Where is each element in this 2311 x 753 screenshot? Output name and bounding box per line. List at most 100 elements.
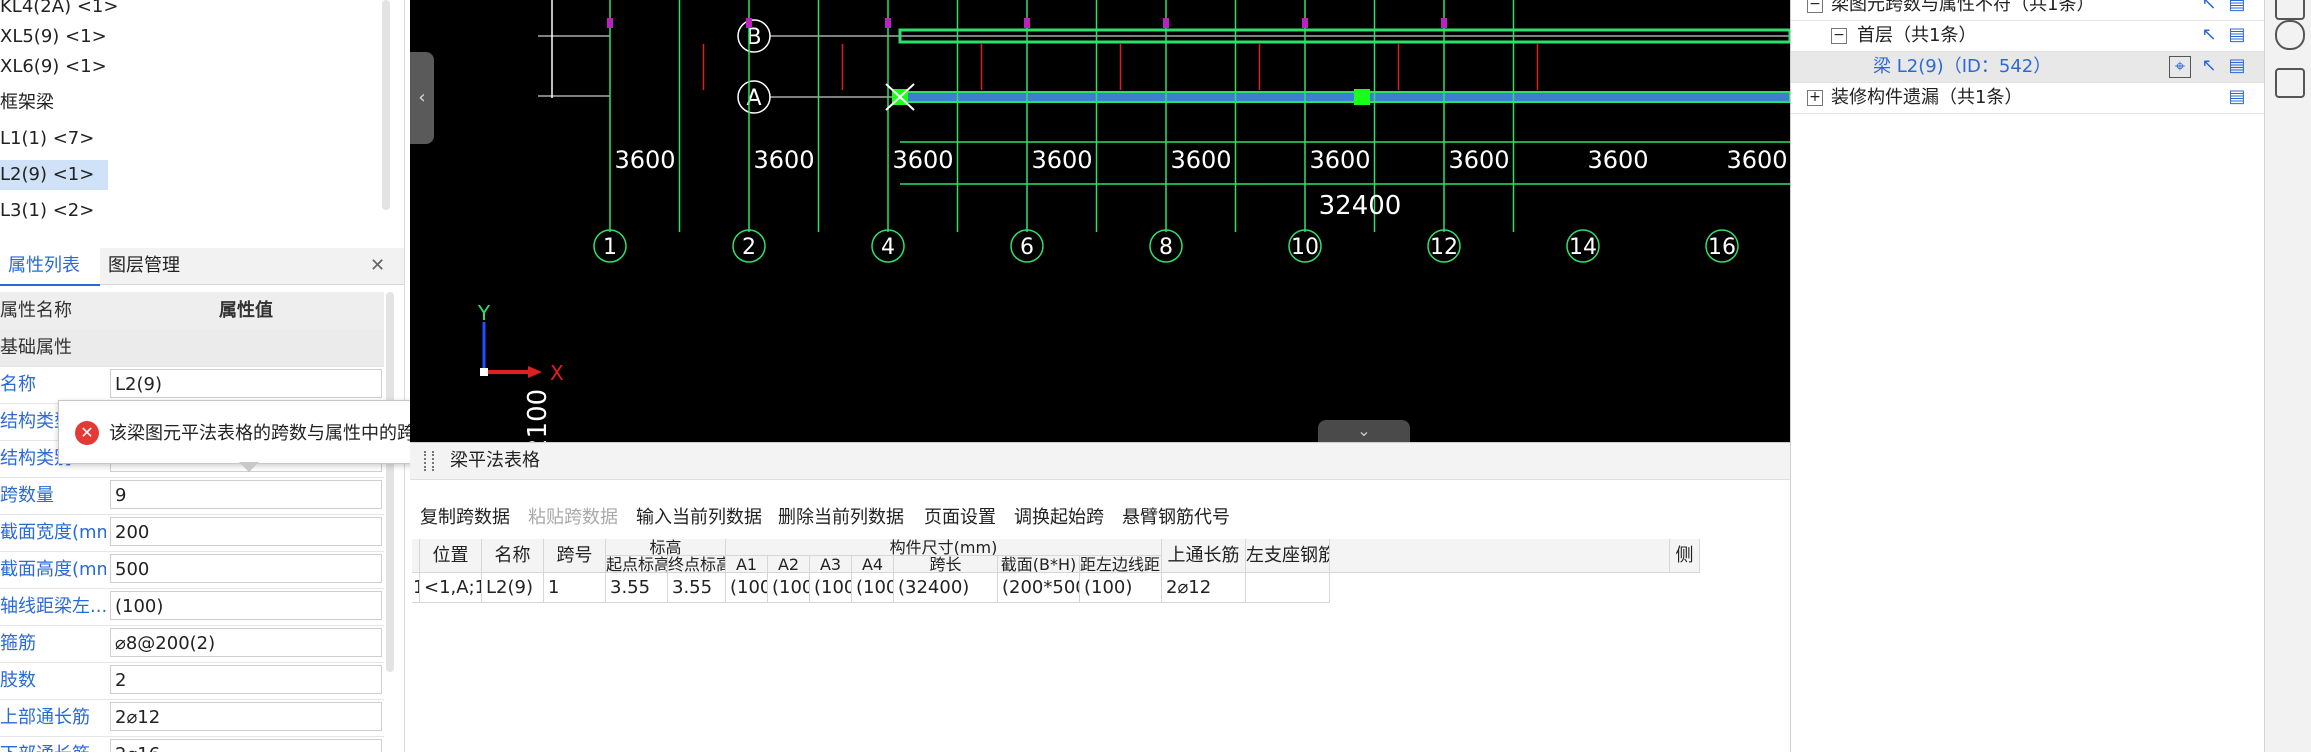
axis-bubble-col: 14 (1566, 229, 1600, 263)
export-icon[interactable]: ▤ (2227, 25, 2247, 45)
property-value-field[interactable]: (100) (110, 591, 382, 620)
input-column-data-button[interactable]: 输入当前列数据 (636, 503, 762, 533)
paste-span-data-button[interactable]: 粘贴跨数据 (528, 503, 618, 533)
column-marker (607, 18, 613, 28)
cell-start-elev[interactable]: 3.55 (606, 573, 668, 603)
check-item-row[interactable]: 梁 L2(9)（ID：542） ⌖ ↖ ▤ (1791, 52, 2265, 83)
export-icon[interactable]: ▤ (2227, 0, 2247, 14)
cell-section[interactable]: (200*500) (998, 573, 1080, 603)
col-header-distance-left[interactable]: 距左边线距离 (1080, 556, 1162, 573)
svg-text:1: 1 (603, 235, 617, 260)
page-setup-button[interactable]: 页面设置 (924, 503, 996, 533)
settings-icon[interactable] (2275, 0, 2305, 20)
collapse-icon[interactable]: − (1831, 28, 1847, 44)
axis-bubble-b: B (737, 19, 771, 53)
tree-group-label: 框架梁 (0, 92, 54, 113)
col-header-a3[interactable]: A3 (810, 556, 852, 573)
span-dimension-label: 3600 (1170, 146, 1231, 174)
check-item-label[interactable]: 梁 L2(9)（ID：542） (1873, 52, 2051, 82)
tree-item[interactable]: L3(1) <2> (0, 196, 94, 226)
row-index[interactable]: 1 (412, 573, 420, 603)
property-row: 截面高度(mm) 500 (0, 551, 384, 589)
property-value-field[interactable]: 200 (110, 517, 382, 546)
cell-top-rebar[interactable]: 2⌀12 (1162, 573, 1246, 603)
delete-column-data-button[interactable]: 删除当前列数据 (778, 503, 904, 533)
property-row: 肢数 2 (0, 662, 384, 700)
property-value-field[interactable]: 2⌀16 (110, 739, 382, 752)
collapse-icon[interactable]: − (1807, 0, 1823, 13)
property-group[interactable]: 基础属性 (0, 329, 384, 367)
col-header-position[interactable]: 位置 (420, 539, 482, 573)
col-header-section[interactable]: 截面(B*H) (998, 556, 1080, 573)
property-scrollbar[interactable] (386, 292, 394, 672)
copy-span-data-button[interactable]: 复制跨数据 (420, 503, 510, 533)
cube-icon[interactable] (2275, 20, 2305, 50)
col-header-a1[interactable]: A1 (726, 556, 768, 573)
swap-start-span-button[interactable]: 调换起始跨 (1014, 503, 1104, 533)
tooltip-pointer (239, 462, 259, 472)
col-header-span-length[interactable]: 跨长 (894, 556, 998, 573)
expand-icon[interactable]: + (1807, 90, 1823, 106)
tree-item[interactable]: KL4(2A) <1> (0, 0, 118, 22)
cell-a2[interactable]: (100) (768, 573, 810, 603)
span-dimension-label: 3600 (1309, 146, 1370, 174)
collapse-bottom-handle[interactable]: ⌄ (1318, 420, 1410, 442)
col-header-size[interactable]: 构件尺寸(mm) (726, 539, 1162, 556)
tree-item-selected[interactable]: L2(9) <1> (0, 160, 108, 190)
locate-icon[interactable]: ↖ (2199, 56, 2219, 76)
col-header-end-elev[interactable]: 终点标高 (668, 556, 726, 573)
cell-span-no[interactable]: 1 (544, 573, 606, 603)
cad-canvas[interactable]: 2100 B A 3600 3600 3600 3600 3600 3600 3600 360… (410, 0, 1790, 442)
col-header-top-rebar[interactable]: 上通长筋 (1162, 539, 1246, 573)
check-floor-row[interactable]: − 首层（共1条） ↖ ▤ (1791, 21, 2265, 52)
cell-position[interactable]: <1,A;1... (420, 573, 482, 603)
property-value-field[interactable]: ⌀8@200(2) (110, 628, 382, 657)
tree-scrollbar[interactable] (382, 0, 390, 210)
drag-grip-icon[interactable] (424, 451, 434, 471)
close-icon[interactable]: ✕ (370, 248, 390, 284)
col-header-left-support-rebar[interactable]: 左支座钢筋 (1246, 539, 1330, 573)
col-header-a4[interactable]: A4 (852, 556, 894, 573)
cell-left-support-rebar[interactable] (1246, 573, 1330, 603)
col-header-start-elev[interactable]: 起点标高 (606, 556, 668, 573)
property-name: 上部通长筋 (0, 707, 90, 728)
cell-span-length[interactable]: (32400) (894, 573, 998, 603)
svg-text:12: 12 (1430, 235, 1458, 260)
col-header-a2[interactable]: A2 (768, 556, 810, 573)
cell-end-elev[interactable]: 3.55 (668, 573, 726, 603)
report-icon[interactable] (2275, 68, 2305, 98)
export-icon[interactable]: ▤ (2227, 87, 2247, 107)
export-icon[interactable]: ▤ (2227, 56, 2247, 76)
tree-item[interactable]: L1(1) <7> (0, 124, 94, 154)
property-value-field[interactable]: 2 (110, 665, 382, 694)
tab-layer-management[interactable]: 图层管理 (108, 248, 218, 284)
property-value-field[interactable]: 2⌀12 (110, 702, 382, 731)
col-header-side[interactable]: 侧 (1670, 539, 1700, 573)
property-value-field[interactable]: 500 (110, 554, 382, 583)
tree-group[interactable]: 框架梁 (0, 88, 54, 118)
tab-property-list[interactable]: 属性列表 (0, 248, 100, 286)
locate-icon[interactable]: ↖ (2199, 0, 2219, 14)
target-icon[interactable]: ⌖ (2169, 56, 2191, 78)
check-group-row[interactable]: − 梁图元跨数与属性不符（共1条） ↖ ▤ (1791, 0, 2265, 21)
check-group-row[interactable]: + 装修构件遗漏（共1条） ▤ (1791, 83, 2265, 114)
collapse-left-handle[interactable]: ‹ (410, 52, 434, 144)
property-name: 肢数 (0, 670, 36, 691)
cell-a1[interactable]: (100) (726, 573, 768, 603)
property-value-field[interactable]: 9 (110, 480, 382, 509)
span-dimension-label: 3600 (614, 146, 675, 174)
col-header-span-no[interactable]: 跨号 (544, 539, 606, 573)
grip-point-mid[interactable] (1354, 89, 1370, 105)
tree-item[interactable]: XL6(9) <1> (0, 52, 107, 82)
cell-name[interactable]: L2(9) (482, 573, 544, 603)
cell-distance-left[interactable]: (100) (1080, 573, 1162, 603)
cantilever-code-button[interactable]: 悬臂钢筋代号 (1122, 503, 1230, 533)
cell-a3[interactable]: (100) (810, 573, 852, 603)
property-value-field[interactable]: L2(9) (110, 369, 382, 398)
cell-a4[interactable]: (100) (852, 573, 894, 603)
col-header-name[interactable]: 名称 (482, 539, 544, 573)
locate-icon[interactable]: ↖ (2199, 25, 2219, 45)
tree-item[interactable]: XL5(9) <1> (0, 22, 107, 52)
col-header-elevation[interactable]: 标高 (606, 539, 726, 556)
property-value-header: 属性值 (219, 300, 273, 321)
